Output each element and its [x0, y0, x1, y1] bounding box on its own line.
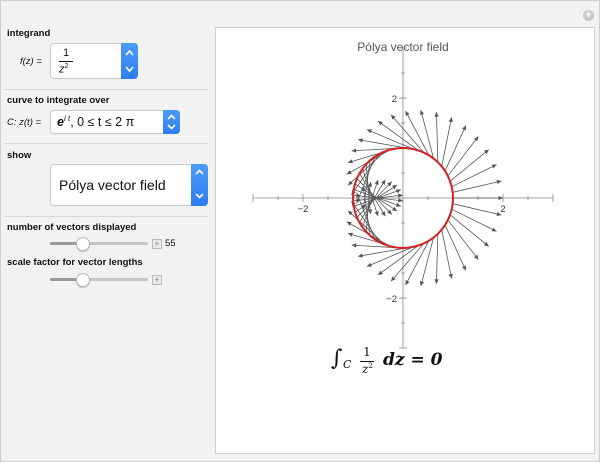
axes — [252, 47, 554, 349]
x-tick-label: 2 — [500, 204, 505, 215]
show-selected-value: Pólya vector field — [59, 177, 166, 193]
arrow-head — [473, 254, 479, 260]
divider — [4, 89, 208, 90]
arrow-head — [378, 121, 383, 126]
arrow-head — [374, 211, 379, 217]
arrow-head — [351, 148, 357, 153]
divider — [4, 143, 208, 144]
arrow-head — [498, 195, 503, 201]
result-exponent: 2 — [368, 362, 373, 370]
y-tick-label: 2 — [392, 94, 397, 105]
arrow-head — [392, 206, 398, 211]
vector-arrow — [377, 245, 419, 276]
vector-arrow — [447, 136, 479, 177]
arrow-head — [358, 138, 363, 143]
show-select[interactable]: Pólya vector field — [50, 164, 208, 206]
arrow-head — [434, 279, 439, 284]
num-vectors-slider[interactable] — [50, 242, 148, 245]
arrow-head — [378, 270, 383, 275]
y-tick-label: −2 — [386, 294, 397, 305]
vector-arrow — [447, 219, 479, 260]
integrand-exponent: 2 — [64, 63, 69, 70]
arrow-head — [398, 193, 403, 198]
arrow-head — [374, 179, 379, 185]
integrand-numerator: 1 — [62, 47, 70, 59]
curve-stepper[interactable] — [163, 110, 180, 134]
result-rest: dz = 0 — [383, 350, 443, 370]
vector-arrow — [444, 224, 467, 271]
arrow-head — [496, 179, 502, 185]
options-plus-icon[interactable]: + — [583, 10, 594, 21]
scale-factor-slider[interactable] — [50, 278, 148, 281]
num-vectors-plus-icon[interactable]: + — [152, 239, 162, 249]
scale-factor-plus-icon[interactable]: + — [152, 275, 162, 285]
arrow-head — [392, 185, 398, 190]
arrow-head — [434, 112, 439, 117]
arrow-head — [398, 198, 403, 203]
curve-select[interactable]: ei t, 0 ≤ t ≤ 2 π — [50, 110, 180, 134]
vector-arrow — [436, 112, 439, 163]
arrow-head — [448, 273, 453, 279]
integrand-var-label: f(z) = — [20, 56, 42, 67]
show-stepper[interactable] — [191, 164, 208, 206]
x-tick-label: −2 — [298, 204, 309, 215]
arrow-head — [367, 181, 373, 187]
arrow-head — [395, 202, 401, 207]
integrand-input[interactable]: 1 z2 — [50, 43, 138, 79]
arrow-head — [395, 189, 401, 194]
curve-var-label: C: z(t) = — [7, 117, 42, 128]
num-vectors-value: 55 — [165, 238, 176, 249]
integrand-label: integrand — [7, 28, 51, 39]
curve-label: curve to integrate over — [7, 95, 110, 106]
arrow-head — [448, 117, 453, 123]
fraction-bar — [59, 61, 73, 62]
vector-arrow — [354, 184, 398, 213]
chevron-updown-icon — [167, 114, 176, 130]
curve-expr-base: e — [57, 115, 64, 130]
arrow-head — [358, 253, 363, 258]
vector-field-plot: Pólya vector field −2 2 2 −2 — [252, 40, 554, 349]
arrow-head — [473, 136, 479, 142]
vector-arrow — [357, 247, 408, 257]
integrand-stepper[interactable] — [121, 43, 138, 79]
vector-arrow — [436, 233, 439, 284]
vector-arrow — [444, 125, 467, 172]
arrow-head — [351, 243, 357, 248]
divider — [4, 216, 208, 217]
num-vectors-label: number of vectors displayed — [7, 222, 137, 233]
scale-factor-label: scale factor for vector lengths — [7, 257, 143, 268]
show-label: show — [7, 150, 32, 161]
chevron-updown-icon — [195, 169, 204, 199]
vector-arrow — [357, 139, 408, 149]
curve-expr-rest: , 0 ≤ t ≤ 2 π — [70, 115, 135, 130]
vector-arrow — [377, 120, 419, 151]
result-numerator: 1 — [363, 345, 371, 359]
chevron-updown-icon — [125, 49, 134, 73]
plot-panel: Pólya vector field −2 2 2 −2 ∫ C 1 z2 dz… — [215, 27, 595, 454]
integral-sign: ∫ — [331, 346, 343, 371]
integral-subscript: C — [343, 358, 352, 371]
arrow-head — [419, 281, 425, 286]
arrow-head — [419, 110, 425, 115]
